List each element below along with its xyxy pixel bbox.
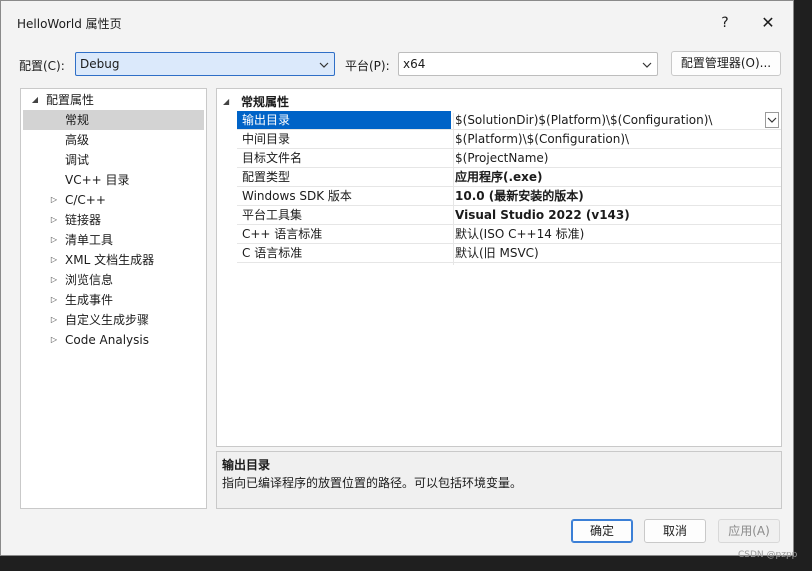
tree-item-label: 自定义生成步骤 — [65, 313, 150, 327]
tree-item-label: 浏览信息 — [65, 273, 114, 287]
property-name: C++ 语言标准 — [242, 227, 323, 241]
platform-value: x64 — [403, 57, 426, 71]
watermark: CSDN @pzpp — [738, 550, 798, 560]
tree-item-browse-info[interactable]: ▷ 浏览信息 — [21, 270, 206, 290]
property-value[interactable]: Visual Studio 2022 (v143) — [455, 206, 763, 224]
value-dropdown-button[interactable] — [765, 112, 779, 128]
tree-item-code-analysis[interactable]: ▷ Code Analysis — [21, 330, 206, 350]
title-bar: HelloWorld 属性页 ? ✕ — [1, 1, 793, 45]
property-value[interactable]: 应用程序(.exe) — [455, 168, 763, 186]
chevron-down-icon — [319, 62, 329, 68]
tree-item-label: 常规 — [65, 113, 90, 127]
tree-item-label: 调试 — [65, 153, 90, 167]
collapsed-arrow-icon[interactable]: ▷ — [49, 250, 59, 270]
tree-item-linker[interactable]: ▷ 链接器 — [21, 210, 206, 230]
ok-button[interactable]: 确定 — [571, 519, 633, 543]
property-value[interactable]: $(SolutionDir)$(Platform)\$(Configuratio… — [455, 111, 763, 129]
property-name: C 语言标准 — [242, 246, 303, 260]
expanded-arrow-icon[interactable]: ◢ — [223, 93, 229, 111]
config-value: Debug — [80, 57, 120, 71]
collapsed-arrow-icon[interactable]: ▷ — [49, 230, 59, 250]
property-name: 中间目录 — [242, 132, 291, 146]
close-button[interactable]: ✕ — [758, 13, 778, 33]
tree-item-vc-directories[interactable]: VC++ 目录 — [21, 170, 206, 190]
tree-root[interactable]: ◢ 配置属性 — [21, 90, 206, 110]
property-grid[interactable]: ◢ 常规属性 输出目录 $(SolutionDir)$(Platform)\$(… — [216, 88, 782, 447]
chevron-down-icon — [642, 62, 652, 68]
description-text: 指向已编译程序的放置位置的路径。可以包括环境变量。 — [222, 476, 523, 490]
collapsed-arrow-icon[interactable]: ▷ — [49, 310, 59, 330]
tree-item-label: Code Analysis — [65, 333, 149, 347]
property-pages-dialog: HelloWorld 属性页 ? ✕ 配置(C): Debug 平台(P): x… — [0, 0, 794, 556]
grid-row-platform-toolset[interactable]: 平台工具集 Visual Studio 2022 (v143) — [237, 206, 781, 225]
tree-item-label: C/C++ — [65, 193, 106, 207]
tree-item-custom-build-step[interactable]: ▷ 自定义生成步骤 — [21, 310, 206, 330]
cancel-button[interactable]: 取消 — [644, 519, 706, 543]
tree-item-label: 高级 — [65, 133, 90, 147]
tree-item-label: 链接器 — [65, 213, 102, 227]
grid-row-cpp-standard[interactable]: C++ 语言标准 默认(ISO C++14 标准) — [237, 225, 781, 244]
grid-row-output-dir[interactable]: 输出目录 $(SolutionDir)$(Platform)\$(Configu… — [237, 111, 781, 130]
tree-item-debugging[interactable]: 调试 — [21, 150, 206, 170]
tree-item-label: 生成事件 — [65, 293, 114, 307]
property-name: 配置类型 — [242, 170, 291, 184]
property-tree[interactable]: ◢ 配置属性 常规 高级 调试 VC++ 目录 ▷ C/C++ ▷ 链接器 ▷ … — [20, 88, 207, 509]
tree-item-label: VC++ 目录 — [65, 173, 130, 187]
grid-row-config-type[interactable]: 配置类型 应用程序(.exe) — [237, 168, 781, 187]
grid-row-intermediate-dir[interactable]: 中间目录 $(Platform)\$(Configuration)\ — [237, 130, 781, 149]
property-name: 输出目录 — [237, 111, 451, 129]
tree-item-label: 清单工具 — [65, 233, 114, 247]
config-dropdown[interactable]: Debug — [75, 52, 335, 76]
platform-dropdown[interactable]: x64 — [398, 52, 658, 76]
grid-row-windows-sdk[interactable]: Windows SDK 版本 10.0 (最新安装的版本) — [237, 187, 781, 206]
grid-section-header[interactable]: ◢ 常规属性 — [217, 93, 781, 111]
tree-item-manifest-tool[interactable]: ▷ 清单工具 — [21, 230, 206, 250]
collapsed-arrow-icon[interactable]: ▷ — [49, 210, 59, 230]
property-name: Windows SDK 版本 — [242, 189, 352, 203]
tree-item-label: XML 文档生成器 — [65, 253, 155, 267]
tree-item-xml-doc-generator[interactable]: ▷ XML 文档生成器 — [21, 250, 206, 270]
collapsed-arrow-icon[interactable]: ▷ — [49, 290, 59, 310]
collapsed-arrow-icon[interactable]: ▷ — [49, 270, 59, 290]
help-button[interactable]: ? — [715, 13, 735, 33]
grid-row-target-name[interactable]: 目标文件名 $(ProjectName) — [237, 149, 781, 168]
tree-item-build-events[interactable]: ▷ 生成事件 — [21, 290, 206, 310]
selection-highlight — [23, 110, 204, 130]
collapsed-arrow-icon[interactable]: ▷ — [49, 330, 59, 350]
property-value[interactable]: 默认(旧 MSVC) — [455, 244, 763, 262]
description-title: 输出目录 — [222, 458, 271, 472]
window-title: HelloWorld 属性页 — [17, 17, 122, 31]
platform-label: 平台(P): — [345, 59, 390, 73]
section-label: 常规属性 — [241, 95, 290, 109]
tree-item-c-cpp[interactable]: ▷ C/C++ — [21, 190, 206, 210]
expanded-arrow-icon[interactable]: ◢ — [30, 90, 40, 110]
collapsed-arrow-icon[interactable]: ▷ — [49, 190, 59, 210]
property-value[interactable]: 默认(ISO C++14 标准) — [455, 225, 763, 243]
grid-row-c-standard[interactable]: C 语言标准 默认(旧 MSVC) — [237, 244, 781, 263]
property-name: 目标文件名 — [242, 151, 303, 165]
property-value[interactable]: 10.0 (最新安装的版本) — [455, 187, 763, 205]
apply-button[interactable]: 应用(A) — [718, 519, 780, 543]
tree-item-advanced[interactable]: 高级 — [21, 130, 206, 150]
config-label: 配置(C): — [19, 59, 65, 73]
tree-root-label: 配置属性 — [46, 93, 95, 107]
tree-item-general[interactable]: 常规 — [21, 110, 206, 130]
config-manager-button[interactable]: 配置管理器(O)... — [671, 51, 781, 76]
chevron-down-icon — [767, 117, 777, 123]
property-name: 平台工具集 — [242, 208, 303, 222]
property-value[interactable]: $(ProjectName) — [455, 149, 763, 167]
property-value[interactable]: $(Platform)\$(Configuration)\ — [455, 130, 763, 148]
description-pane: 输出目录 指向已编译程序的放置位置的路径。可以包括环境变量。 — [216, 451, 782, 509]
